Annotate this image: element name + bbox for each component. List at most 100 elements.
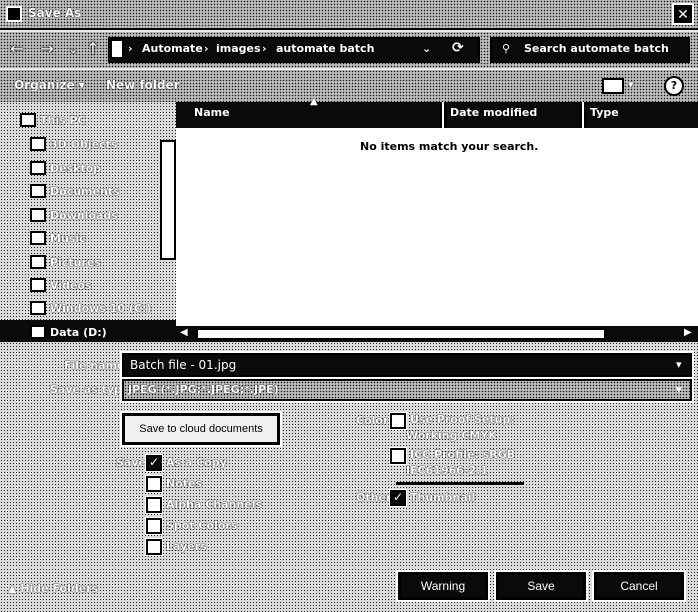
- desktop-icon: [30, 161, 46, 175]
- forward-arrow-icon[interactable]: →: [38, 40, 56, 58]
- tree-item-label: This PC: [40, 113, 86, 127]
- chevron-down-icon[interactable]: ▾: [676, 383, 682, 396]
- close-button[interactable]: ✕: [672, 3, 694, 25]
- chevron-down-icon: ▾: [78, 78, 85, 92]
- tree-scrollbar-thumb[interactable]: [160, 140, 176, 260]
- layers-checkbox[interactable]: [145, 538, 163, 556]
- window-title: Save As: [28, 6, 82, 20]
- photoshop-app-icon: [6, 6, 22, 22]
- tree-item-3d-objects[interactable]: 3D Objects: [30, 134, 117, 154]
- search-icon: ⚲: [502, 42, 511, 55]
- back-arrow-icon[interactable]: ←: [8, 40, 26, 58]
- use-proof-setup-checkbox[interactable]: [389, 412, 407, 430]
- filename-input[interactable]: [120, 351, 694, 379]
- divider: [396, 482, 524, 485]
- recent-locations-icon[interactable]: ⌄: [64, 40, 82, 58]
- drive-icon: [30, 301, 46, 315]
- tree-item-label: Videos: [50, 278, 92, 292]
- notes-checkbox[interactable]: [145, 475, 163, 493]
- spot-colors-label: Spot Colors: [166, 519, 238, 532]
- icc-profile-label: ICC Profile: sRGB: [410, 448, 516, 461]
- empty-results-message: No items match your search.: [360, 140, 539, 153]
- column-name[interactable]: Name: [194, 106, 230, 119]
- spot-colors-checkbox[interactable]: [145, 517, 163, 535]
- horizontal-scrollbar-thumb[interactable]: [196, 328, 606, 340]
- chevron-down-icon[interactable]: ▾: [676, 358, 682, 371]
- address-dropdown-icon[interactable]: ⌄: [422, 42, 431, 55]
- picture-icon: [30, 255, 46, 269]
- tree-item-videos[interactable]: Videos: [30, 275, 92, 295]
- organize-button[interactable]: Organize ▾: [14, 78, 85, 92]
- computer-icon: [20, 113, 36, 127]
- warning-button[interactable]: Warning: [396, 570, 490, 602]
- search-placeholder: Search automate batch: [524, 42, 669, 55]
- tree-item-label: Windows 10 (C:): [50, 301, 152, 315]
- document-icon: [30, 184, 46, 198]
- tree-item-this-pc[interactable]: This PC: [20, 110, 86, 130]
- organize-label: Organize: [14, 78, 75, 92]
- column-date-modified[interactable]: Date modified: [450, 106, 537, 119]
- as-a-copy-checkbox[interactable]: [145, 454, 163, 472]
- tree-item-music[interactable]: Music: [30, 228, 86, 248]
- drive-icon: [30, 325, 46, 339]
- alpha-channels-label: Alpha Channels: [166, 498, 263, 511]
- video-icon: [30, 278, 46, 292]
- help-icon[interactable]: ?: [664, 76, 684, 96]
- tree-item-data-drive[interactable]: Data (D:): [30, 322, 107, 342]
- tree-item-label: Data (D:): [50, 325, 107, 339]
- folder-location-icon: [110, 39, 124, 59]
- tree-item-pictures[interactable]: Pictures: [30, 252, 101, 272]
- breadcrumb-separator: ›: [128, 42, 133, 55]
- breadcrumb-automate-batch[interactable]: automate batch: [276, 42, 374, 55]
- new-folder-button[interactable]: New folder: [106, 78, 180, 92]
- save-button[interactable]: Save: [494, 570, 588, 602]
- use-proof-setup-label: Use Proof Setup:: [410, 413, 515, 426]
- as-a-copy-label: As a Copy: [166, 456, 227, 469]
- alpha-channels-checkbox[interactable]: [145, 496, 163, 514]
- thumbnail-checkbox[interactable]: [389, 489, 407, 507]
- chevron-up-icon: ▲: [8, 582, 17, 595]
- column-type[interactable]: Type: [590, 106, 619, 119]
- tree-item-label: Downloads: [50, 208, 118, 222]
- tree-item-label: Desktop: [50, 161, 102, 175]
- view-options-icon[interactable]: [602, 78, 624, 94]
- sort-up-icon: ▲: [310, 96, 318, 107]
- tree-item-downloads[interactable]: Downloads: [30, 205, 118, 225]
- tree-item-windows-drive[interactable]: Windows 10 (C:): [30, 298, 151, 318]
- column-separator[interactable]: [440, 102, 446, 128]
- notes-label: Notes: [166, 477, 203, 490]
- music-icon: [30, 231, 46, 245]
- breadcrumb-automate[interactable]: Automate: [142, 42, 203, 55]
- working-cmyk-label: Working CMYK: [406, 429, 497, 442]
- column-header-row: [176, 102, 698, 128]
- hide-folders-button[interactable]: ▲ Hide Folders: [8, 582, 98, 595]
- tree-item-desktop[interactable]: Desktop: [30, 158, 101, 178]
- tree-item-label: Documents: [50, 184, 120, 198]
- breadcrumb-images[interactable]: images: [216, 42, 261, 55]
- thumbnail-label: Thumbnail: [410, 491, 476, 504]
- chevron-down-icon[interactable]: ▾: [628, 78, 634, 91]
- column-separator[interactable]: [580, 102, 586, 128]
- hide-folders-label: Hide Folders: [20, 582, 99, 595]
- color-options-label: Color:: [356, 414, 393, 427]
- save-as-type-select[interactable]: JPEG (*.JPG;*.JPEG;*.JPE): [120, 377, 694, 403]
- tree-item-label: 3D Objects: [50, 137, 118, 151]
- layers-label: Layers: [166, 540, 207, 553]
- file-list[interactable]: [176, 102, 698, 342]
- tree-item-label: Pictures: [50, 255, 101, 269]
- title-bar: [0, 0, 698, 30]
- save-to-cloud-button[interactable]: Save to cloud documents: [120, 411, 282, 447]
- cancel-button[interactable]: Cancel: [592, 570, 686, 602]
- icc-profile-sub-label: IEC61966-2.1: [406, 464, 489, 477]
- scroll-right-icon[interactable]: ▶: [684, 327, 692, 338]
- save-as-type-value: JPEG (*.JPG;*.JPEG;*.JPE): [128, 383, 279, 396]
- refresh-icon[interactable]: ⟳: [452, 40, 464, 56]
- tree-item-documents[interactable]: Documents: [30, 181, 120, 201]
- cube-icon: [30, 137, 46, 151]
- download-icon: [30, 208, 46, 222]
- scroll-left-icon[interactable]: ◀: [180, 327, 188, 338]
- icc-profile-checkbox[interactable]: [389, 447, 407, 465]
- breadcrumb-separator: ›: [204, 42, 209, 55]
- up-arrow-icon[interactable]: ↑: [84, 40, 102, 58]
- filename-label: File name:: [64, 359, 129, 372]
